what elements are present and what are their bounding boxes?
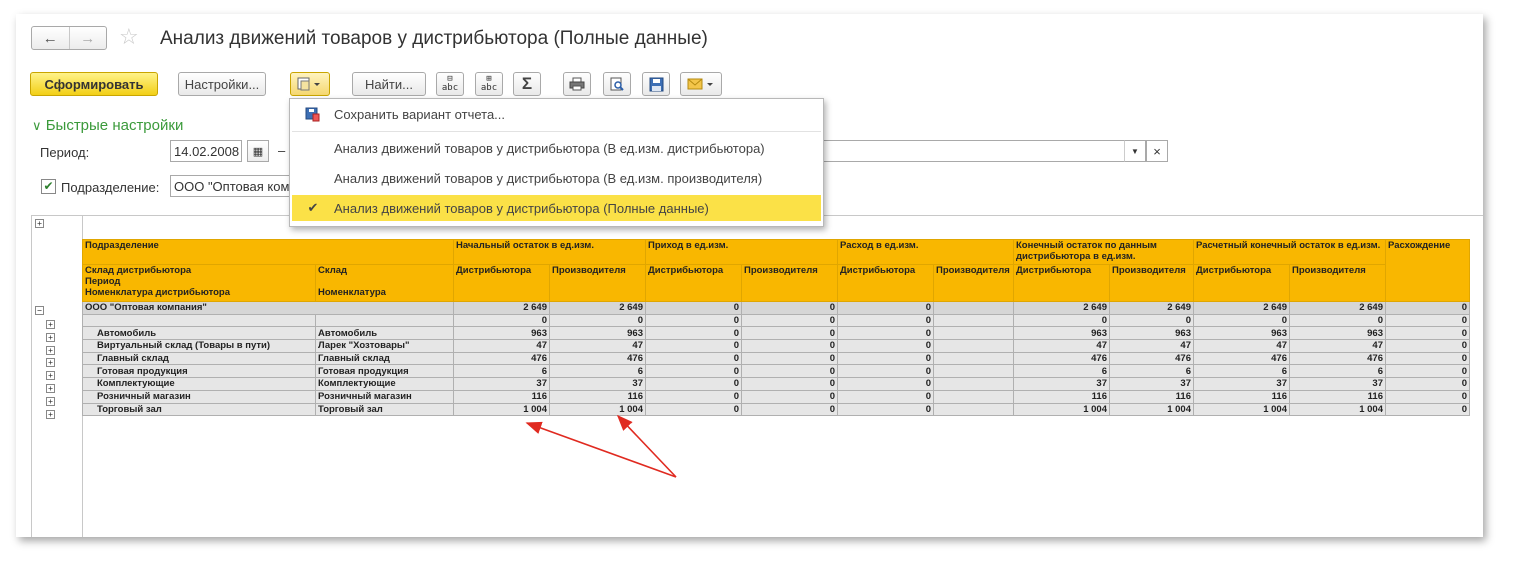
arrow-to-producer <box>616 414 677 478</box>
menu-item-label: Анализ движений товаров у дистрибьютора … <box>334 170 763 186</box>
menu-variant-producer[interactable]: Анализ движений товаров у дистрибьютора … <box>290 165 823 191</box>
menu-variant-distributor[interactable]: Анализ движений товаров у дистрибьютора … <box>290 135 823 161</box>
menu-divider <box>292 131 821 132</box>
menu-item-label: Анализ движений товаров у дистрибьютора … <box>334 200 709 216</box>
menu-save-variant[interactable]: Сохранить вариант отчета... <box>290 101 823 127</box>
save-variant-icon <box>290 106 334 122</box>
annotation-arrows <box>525 414 677 478</box>
check-icon: ✔ <box>307 200 319 215</box>
arrow-to-distributor <box>525 421 677 478</box>
report-window: ← → ☆ Анализ движений товаров у дистрибь… <box>16 14 1483 537</box>
menu-item-label: Сохранить вариант отчета... <box>334 106 506 122</box>
menu-item-label: Анализ движений товаров у дистрибьютора … <box>334 140 765 156</box>
menu-variant-full[interactable]: ✔ Анализ движений товаров у дистрибьютор… <box>292 195 821 221</box>
report-variants-menu: Сохранить вариант отчета... Анализ движе… <box>289 98 824 227</box>
